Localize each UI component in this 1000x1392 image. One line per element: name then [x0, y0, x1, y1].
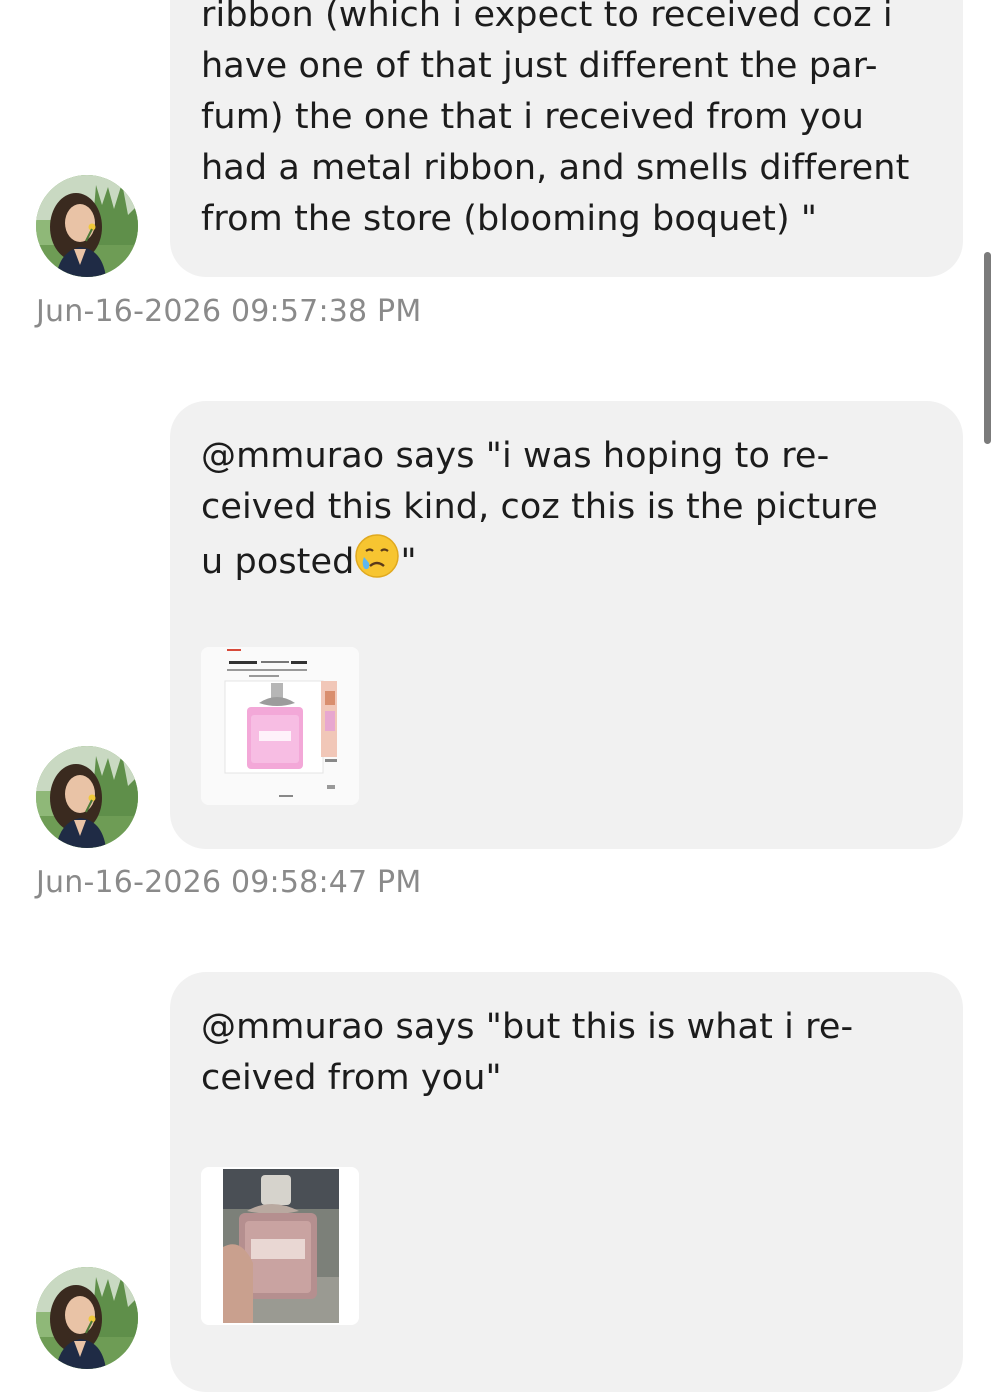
message-line-text: u posted	[201, 542, 355, 582]
crying-face-emoji	[354, 533, 400, 594]
message-line: @mmurao says "but this is what i re-	[201, 1007, 854, 1047]
message-text: @mmurao says "but this is what i re- cei…	[201, 1002, 941, 1104]
message-text: @mmurao says "i was hoping to re- ceived…	[201, 431, 941, 594]
message-timestamp: Jun-16-2026 09:58:47 PM	[36, 865, 422, 900]
avatar-photo	[36, 746, 138, 848]
avatar[interactable]	[36, 746, 138, 848]
message-line: @mmurao says "i was hoping to re-	[201, 436, 830, 476]
message-line: u posted "	[201, 533, 941, 594]
message-line-text: "	[400, 542, 417, 582]
message-bubble: ribbon (which i expect to received coz i…	[170, 0, 963, 277]
perfume-listing-thumbnail	[201, 647, 359, 805]
avatar-photo	[36, 1267, 138, 1369]
message-bubble: @mmurao says "i was hoping to re- ceived…	[170, 401, 963, 849]
listing-screenshot-image[interactable]	[201, 647, 359, 805]
message-line: ceived from you"	[201, 1058, 502, 1098]
avatar[interactable]	[36, 175, 138, 277]
message-line: fum) the one that i received from you	[201, 97, 865, 137]
avatar[interactable]	[36, 1267, 138, 1369]
message-text: ribbon (which i expect to received coz i…	[201, 0, 941, 245]
message-line: ceived this kind, coz this is the pictur…	[201, 487, 878, 527]
message-bubble: @mmurao says "but this is what i re- cei…	[170, 972, 963, 1392]
message-timestamp: Jun-16-2026 09:57:38 PM	[36, 294, 422, 329]
message-line: had a metal ribbon, and smells different	[201, 148, 910, 188]
message-line: from the store (blooming boquet) "	[201, 199, 818, 239]
message-line: have one of that just different the par-	[201, 46, 878, 86]
message-line: ribbon (which i expect to received coz i	[201, 0, 893, 35]
received-perfume-thumbnail	[201, 1167, 359, 1325]
received-perfume-photo[interactable]	[201, 1167, 359, 1325]
avatar-photo	[36, 175, 138, 277]
scroll-indicator[interactable]	[984, 252, 991, 444]
